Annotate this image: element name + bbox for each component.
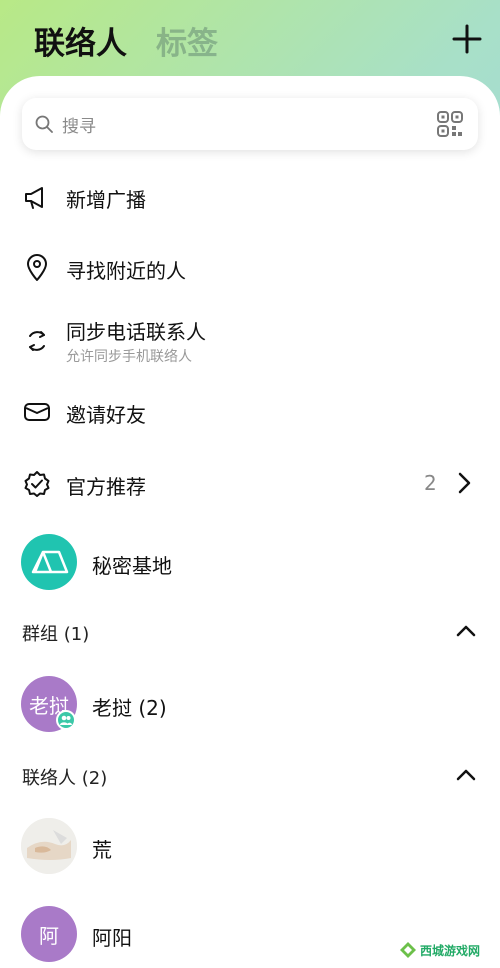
menu-sync-label: 同步电话联系人	[66, 320, 206, 344]
group-badge-icon	[56, 710, 76, 730]
secret-base-item[interactable]: 秘密基地	[0, 534, 500, 592]
watermark: 西城游戏网	[394, 936, 494, 964]
menu-official-label: 官方推荐	[66, 475, 146, 499]
menu-nearby[interactable]: 寻找附近的人	[0, 244, 500, 292]
search-input[interactable]: 搜寻	[62, 112, 96, 137]
photo-avatar-icon	[21, 818, 77, 874]
contacts-section-header[interactable]: 联络人 (2)	[0, 758, 500, 792]
watermark-text: 西城游戏网	[420, 944, 481, 958]
contact-item[interactable]: 荒	[0, 818, 500, 876]
search-bar[interactable]: 搜寻	[22, 98, 478, 150]
contact-label: 荒	[92, 838, 112, 862]
chevron-up-icon	[456, 625, 476, 637]
megaphone-icon	[25, 187, 43, 209]
plus-icon	[452, 24, 482, 54]
contact-avatar: 阿	[21, 906, 77, 962]
menu-invite[interactable]: 邀请好友	[0, 388, 500, 436]
chevron-right-icon	[458, 472, 471, 494]
add-button[interactable]	[448, 20, 486, 58]
tent-icon	[31, 550, 69, 574]
menu-sync-contacts[interactable]: 同步电话联系人 允许同步手机联络人	[0, 310, 500, 374]
group-label: 老挝 (2)	[92, 696, 167, 720]
envelope-icon	[24, 403, 50, 421]
header: 联络人 标签	[0, 0, 500, 80]
sync-icon	[29, 331, 45, 351]
menu-sync-sublabel: 允许同步手机联络人	[66, 349, 192, 365]
verified-badge-icon	[24, 471, 50, 497]
tab-tags[interactable]: 标签	[156, 18, 218, 63]
search-icon	[35, 115, 53, 133]
contacts-section-label: 联络人 (2)	[22, 768, 108, 789]
menu-nearby-label: 寻找附近的人	[66, 259, 186, 283]
groups-section-header[interactable]: 群组 (1)	[0, 614, 500, 648]
menu-broadcast-label: 新增广播	[66, 188, 146, 212]
secret-base-avatar	[21, 534, 77, 590]
people-icon	[60, 715, 72, 725]
tab-contacts[interactable]: 联络人	[34, 18, 127, 63]
menu-invite-label: 邀请好友	[66, 403, 146, 427]
official-count: 2	[424, 471, 437, 495]
contact-label: 阿阳	[92, 926, 132, 950]
qr-scan-icon[interactable]	[436, 110, 464, 138]
menu-official-recommend[interactable]: 官方推荐 2	[0, 460, 500, 508]
contact-avatar-text: 阿	[39, 923, 59, 948]
chevron-up-icon	[456, 769, 476, 781]
menu-broadcast[interactable]: 新增广播	[0, 174, 500, 222]
watermark-logo-icon	[400, 942, 416, 958]
location-pin-icon	[27, 254, 47, 281]
group-item[interactable]: 老挝 老挝 (2)	[0, 676, 500, 734]
groups-section-label: 群组 (1)	[22, 624, 90, 645]
contact-avatar-photo	[21, 818, 77, 874]
secret-base-label: 秘密基地	[92, 554, 172, 578]
